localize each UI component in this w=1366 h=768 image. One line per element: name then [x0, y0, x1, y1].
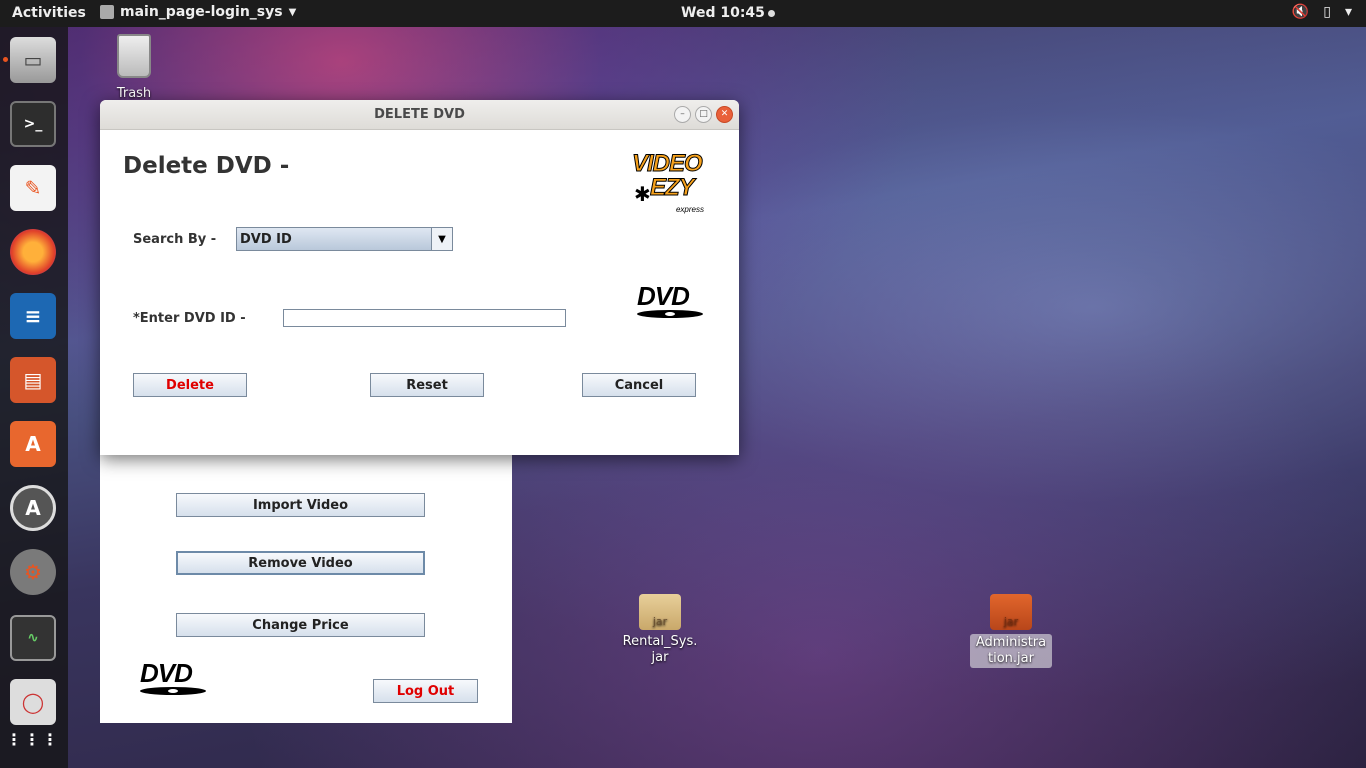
writer-icon[interactable]: ≡ — [10, 293, 56, 339]
updater-icon[interactable]: A — [10, 485, 56, 531]
search-by-label: Search By - — [133, 232, 217, 247]
search-by-value: DVD ID — [240, 232, 292, 247]
jar-badge: jar — [1003, 615, 1019, 628]
logout-button[interactable]: Log Out — [373, 679, 478, 703]
terminal-icon[interactable]: >_ — [10, 101, 56, 147]
jar-file-icon: jar — [639, 594, 681, 630]
delete-button[interactable]: Delete — [133, 373, 247, 397]
system-monitor-icon[interactable]: ∿ — [10, 615, 56, 661]
administration-jar-icon[interactable]: jar Administra tion.jar — [966, 594, 1056, 668]
system-tray[interactable]: 🔇 ▯ ▾ — [1292, 4, 1352, 20]
close-icon[interactable]: ✕ — [716, 106, 733, 123]
dialog-titlebar[interactable]: DELETE DVD – □ ✕ — [100, 100, 739, 130]
activities-button[interactable]: Activities — [12, 5, 86, 21]
app-menu[interactable]: main_page-login_sys ▼ — [100, 4, 296, 20]
trash-icon — [117, 34, 151, 78]
enter-dvd-id-label: *Enter DVD ID - — [133, 311, 246, 326]
text-editor-icon[interactable]: ✎ — [10, 165, 56, 211]
rental-sys-jar-icon[interactable]: jar Rental_Sys. jar — [615, 594, 705, 666]
clock-label: Wed 10:45 — [681, 5, 765, 21]
main-page-window: Import Video Remove Video Change Price D… — [100, 440, 512, 723]
clock[interactable]: Wed 10:45 — [681, 5, 775, 21]
trash-desktop-icon[interactable]: Trash — [108, 34, 160, 101]
dialog-title: DELETE DVD — [374, 107, 465, 122]
settings-icon[interactable]: ⚙ — [10, 549, 56, 595]
search-by-select[interactable]: DVD ID ▼ — [236, 227, 453, 251]
impress-icon[interactable]: ▤ — [10, 357, 56, 403]
dvd-logo-text: DVD — [637, 281, 690, 311]
reset-button[interactable]: Reset — [370, 373, 484, 397]
app-menu-label: main_page-login_sys — [120, 4, 283, 20]
asterisk-icon: ✱ — [634, 182, 651, 206]
dvd-logo-text: DVD — [140, 658, 193, 688]
software-icon[interactable]: A — [10, 421, 56, 467]
page-title: Delete DVD - — [123, 153, 290, 179]
dvd-logo: DVD — [637, 283, 705, 319]
window-controls: – □ ✕ — [674, 106, 733, 123]
dock: ▭ >_ ✎ ≡ ▤ A A ⚙ ∿ ◯ ⋮⋮⋮ — [0, 27, 68, 768]
trash-label: Trash — [116, 86, 152, 101]
dvd-id-input[interactable] — [283, 309, 566, 327]
import-video-button[interactable]: Import Video — [176, 493, 425, 517]
notification-dot-icon — [767, 9, 775, 17]
video-ezy-logo: VIDEO EZY ✱ express — [632, 150, 708, 214]
dvd-disc-icon — [140, 687, 206, 695]
dvd-disc-icon — [637, 310, 703, 318]
caret-down-icon: ▼ — [288, 6, 297, 18]
maximize-icon[interactable]: □ — [695, 106, 712, 123]
top-bar: Activities main_page-login_sys ▼ Wed 10:… — [0, 0, 1366, 27]
remove-video-button[interactable]: Remove Video — [176, 551, 425, 575]
running-indicator — [3, 57, 8, 62]
minimize-icon[interactable]: – — [674, 106, 691, 123]
change-price-button[interactable]: Change Price — [176, 613, 425, 637]
volume-muted-icon[interactable]: 🔇 — [1292, 4, 1309, 20]
battery-icon[interactable]: ▯ — [1323, 4, 1331, 20]
jar-badge: jar — [652, 615, 668, 628]
chevron-down-icon[interactable]: ▾ — [1345, 4, 1352, 20]
logo-subtitle: express — [675, 205, 704, 214]
administration-jar-label: Administra tion.jar — [970, 634, 1052, 668]
jar-file-icon: jar — [990, 594, 1032, 630]
dvd-logo: DVD — [140, 660, 208, 696]
cancel-button[interactable]: Cancel — [582, 373, 696, 397]
delete-dvd-dialog: DELETE DVD – □ ✕ Delete DVD - VIDEO EZY … — [100, 100, 739, 455]
files-icon[interactable]: ▭ — [10, 37, 56, 83]
app-menu-icon — [100, 5, 114, 19]
chevron-down-icon[interactable]: ▼ — [431, 228, 452, 250]
firefox-icon[interactable] — [10, 229, 56, 275]
show-apps-icon[interactable]: ⋮⋮⋮ — [6, 717, 58, 763]
logo-line1: VIDEO — [632, 150, 704, 177]
rental-sys-jar-label: Rental_Sys. jar — [622, 634, 698, 665]
